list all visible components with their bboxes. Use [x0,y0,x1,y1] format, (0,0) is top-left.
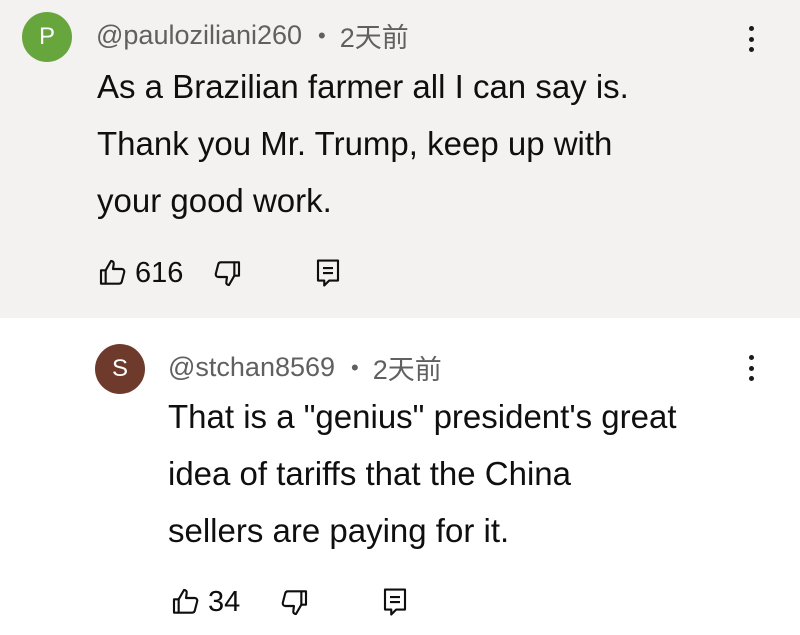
comment-actions: 34 [170,584,410,620]
reply-button[interactable] [313,256,343,290]
thumbs-up-icon [99,259,126,285]
reply-comment-icon [317,259,340,287]
comment-header: @stchan8569 • 2天前 [168,348,442,387]
more-options-button[interactable] [741,22,761,56]
comment-line: your good work. [97,182,332,219]
username[interactable]: @pauloziliani260 [96,20,302,51]
avatar[interactable]: S [95,344,145,394]
username[interactable]: @stchan8569 [168,352,335,383]
separator-dot: • [318,22,326,48]
comment-actions: 616 [97,255,343,291]
dislike-button[interactable] [211,257,243,289]
comment-text: That is a "genius" president's great ide… [168,388,677,559]
comment-line: idea of tariffs that the China [168,455,571,492]
comment-header: @pauloziliani260 • 2天前 [96,16,409,55]
comment-line: As a Brazilian farmer all I can say is. [97,68,629,105]
more-options-button[interactable] [741,351,761,385]
comment-line: Thank you Mr. Trump, keep up with [97,125,613,162]
more-vertical-icon [748,355,754,360]
more-vertical-icon [748,26,754,31]
reply-comment-icon [384,588,407,616]
thumbs-up-icon [172,588,199,614]
comment-card: P @pauloziliani260 • 2天前 As a Brazilian … [0,0,800,318]
like-count: 616 [135,256,184,289]
dislike-button[interactable] [278,586,310,618]
like-count: 34 [208,585,241,618]
comment-line: sellers are paying for it. [168,512,510,549]
comment-text: As a Brazilian farmer all I can say is. … [97,58,629,229]
thumbs-down-icon [215,261,241,287]
avatar[interactable]: P [22,12,72,62]
timestamp[interactable]: 2天前 [373,348,442,387]
like-button[interactable] [170,586,202,618]
thumbs-down-icon [281,590,308,616]
reply-button[interactable] [380,585,410,619]
comment-card: S @stchan8569 • 2天前 That is a "genius" p… [0,318,800,635]
timestamp[interactable]: 2天前 [340,16,409,55]
like-button[interactable] [97,257,129,289]
separator-dot: • [351,354,359,380]
comment-line: That is a "genius" president's great [168,398,677,435]
